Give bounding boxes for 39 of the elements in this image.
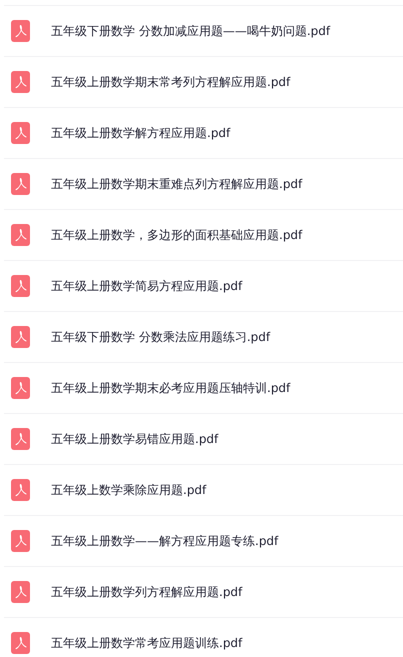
file-row[interactable]: 五年级下册数学 分数乘法应用题练习.pdf	[4, 312, 403, 363]
file-row[interactable]: 五年级上册数学常考应用题训练.pdf	[4, 618, 403, 657]
file-name: 五年级上册数学期末必考应用题压轴特训.pdf	[51, 380, 290, 396]
pdf-file-icon	[11, 20, 30, 42]
pdf-file-icon	[11, 377, 30, 399]
file-name: 五年级上册数学列方程解应用题.pdf	[51, 584, 242, 600]
pdf-file-icon	[11, 224, 30, 246]
pdf-file-icon	[11, 530, 30, 552]
file-name: 五年级上数学乘除应用题.pdf	[51, 482, 206, 498]
file-name: 五年级上册数学解方程应用题.pdf	[51, 124, 230, 142]
pdf-file-icon	[11, 326, 30, 348]
pdf-file-icon	[11, 122, 30, 144]
file-row[interactable]: 五年级上册数学期末必考应用题压轴特训.pdf	[4, 363, 403, 414]
file-name: 五年级上册数学，多边形的面积基础应用题.pdf	[51, 226, 302, 244]
file-name: 五年级上册数学——解方程应用题专练.pdf	[51, 532, 278, 550]
pdf-file-icon	[11, 173, 30, 195]
file-row[interactable]: 五年级上数学乘除应用题.pdf	[4, 465, 403, 516]
file-row[interactable]: 五年级上册数学列方程解应用题.pdf	[4, 567, 403, 618]
pdf-file-icon	[11, 632, 30, 654]
pdf-file-icon	[11, 581, 30, 603]
file-name: 五年级上册数学期末重难点列方程解应用题.pdf	[51, 176, 302, 192]
file-row[interactable]: 五年级上册数学易错应用题.pdf	[4, 414, 403, 465]
file-row[interactable]: 五年级上册数学简易方程应用题.pdf	[4, 261, 403, 312]
file-name: 五年级下册数学 分数乘法应用题练习.pdf	[51, 328, 270, 346]
pdf-file-icon	[11, 71, 30, 93]
file-row[interactable]: 五年级上册数学，多边形的面积基础应用题.pdf	[4, 210, 403, 261]
pdf-file-icon	[11, 275, 30, 297]
file-name: 五年级上册数学期末常考列方程解应用题.pdf	[51, 74, 290, 90]
file-name: 五年级上册数学简易方程应用题.pdf	[51, 278, 242, 294]
file-row[interactable]: 五年级上册数学期末常考列方程解应用题.pdf	[4, 57, 403, 108]
file-row[interactable]: 五年级下册数学 分数加减应用题——喝牛奶问题.pdf	[4, 6, 403, 57]
pdf-file-icon	[11, 428, 30, 450]
pdf-file-icon	[11, 479, 30, 501]
file-row[interactable]: 五年级上册数学解方程应用题.pdf	[4, 108, 403, 159]
file-row[interactable]: 五年级上册数学期末重难点列方程解应用题.pdf	[4, 159, 403, 210]
file-row[interactable]: 五年级上册数学——解方程应用题专练.pdf	[4, 516, 403, 567]
file-name: 五年级下册数学 分数加减应用题——喝牛奶问题.pdf	[51, 22, 330, 40]
file-name: 五年级上册数学易错应用题.pdf	[51, 430, 218, 448]
file-name: 五年级上册数学常考应用题训练.pdf	[51, 634, 242, 652]
